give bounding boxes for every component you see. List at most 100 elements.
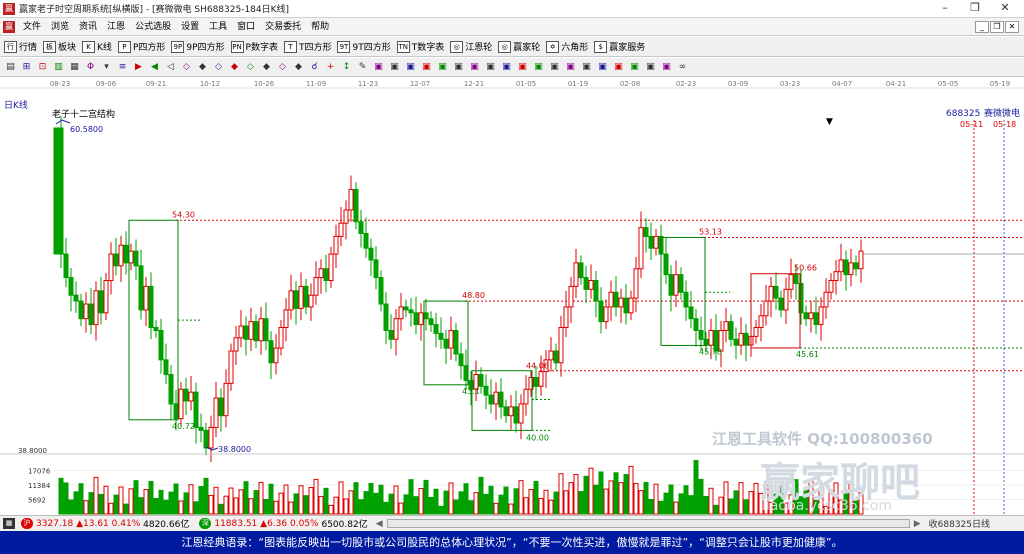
candle-body — [578, 262, 584, 279]
toolbar-label-1: 板块 — [58, 43, 77, 53]
toolbar-button-1[interactable]: 板板块 — [43, 40, 76, 53]
drawing-tool-icon-35[interactable]: ▣ — [564, 61, 577, 74]
drawing-tool-icon-30[interactable]: ▣ — [484, 61, 497, 74]
maximize-button[interactable]: ❐ — [960, 0, 990, 18]
drawing-tool-icon-16[interactable]: ◆ — [260, 61, 273, 74]
drawing-tool-icon-15[interactable]: ◇ — [244, 61, 257, 74]
mdi-close-button[interactable]: ✕ — [1005, 21, 1019, 33]
minimize-button[interactable]: – — [930, 0, 960, 18]
market-grid-icon[interactable]: ▦ — [3, 518, 15, 529]
drawing-tool-icon-33[interactable]: ▣ — [532, 61, 545, 74]
drawing-tool-icon-3[interactable]: ▥ — [52, 61, 65, 74]
volume-bar — [543, 489, 549, 515]
drawing-tool-icon-39[interactable]: ▣ — [628, 61, 641, 74]
kline-chart-area[interactable]: 08-23 09-06 09-21 10-12 10-26 11-09 11-23 12-07… — [0, 78, 1024, 515]
status-scroll-right[interactable]: ▶ — [914, 519, 921, 529]
volume-bar — [438, 505, 444, 515]
date-tick-label: 08-23 — [50, 80, 70, 88]
drawing-tool-icon-20[interactable]: + — [324, 61, 337, 74]
candle-body — [478, 374, 484, 387]
drawing-tool-icon-19[interactable]: ☌ — [308, 61, 321, 74]
toolbar-button-11[interactable]: ✡ 六角形 — [546, 40, 588, 53]
menu-item-8[interactable]: 交易委托 — [260, 18, 306, 36]
drawing-tool-icon-40[interactable]: ▣ — [644, 61, 657, 74]
candle-body — [678, 274, 684, 293]
drawing-tool-icon-7[interactable]: ≡ — [116, 61, 129, 74]
date-tick-label: 05-05 — [938, 80, 958, 88]
drawing-tool-icon-0[interactable]: ▤ — [4, 61, 17, 74]
drawing-tool-icon-8[interactable]: ▶ — [132, 61, 145, 74]
drawing-tool-icon-24[interactable]: ▣ — [388, 61, 401, 74]
menu-item-7[interactable]: 窗口 — [232, 18, 260, 36]
volume-bar — [603, 488, 609, 515]
volume-bar — [123, 503, 129, 515]
menu-item-4[interactable]: 公式选股 — [130, 18, 176, 36]
drawing-tool-icon-26[interactable]: ▣ — [420, 61, 433, 74]
drawing-tool-icon-11[interactable]: ◇ — [180, 61, 193, 74]
drawing-tool-icon-17[interactable]: ◇ — [276, 61, 289, 74]
drawing-tool-icon-25[interactable]: ▣ — [404, 61, 417, 74]
toolbar-button-12[interactable]: $ 赢家服务 — [594, 40, 645, 53]
drawing-tool-icon-5[interactable]: Φ — [84, 61, 97, 74]
drawing-tool-icon-22[interactable]: ✎ — [356, 61, 369, 74]
drawing-tool-icon-2[interactable]: ⊡ — [36, 61, 49, 74]
drawing-tool-icon-31[interactable]: ▣ — [500, 61, 513, 74]
toolbar-button-6[interactable]: T T四方形 — [283, 40, 331, 53]
status-scrollbar[interactable] — [386, 519, 910, 528]
drawing-tool-icon-29[interactable]: ▣ — [468, 61, 481, 74]
toolbar-button-5[interactable]: PN P数字表 — [230, 40, 278, 53]
drawing-tool-icon-9[interactable]: ◀ — [148, 61, 161, 74]
menu-item-1[interactable]: 浏览 — [46, 18, 74, 36]
status-scroll-left[interactable]: ◀ — [376, 519, 383, 529]
drawing-tool-icon-10[interactable]: ◁ — [164, 61, 177, 74]
toolbar-button-7[interactable]: 9T 9T四方形 — [337, 40, 391, 53]
menu-item-6[interactable]: 工具 — [204, 18, 232, 36]
drawing-tool-icon-6[interactable]: ▾ — [100, 61, 113, 74]
candle-body — [103, 280, 109, 314]
volume-bar — [583, 475, 589, 515]
toolbar-button-10[interactable]: ◎ 赢家轮 — [498, 40, 540, 53]
menu-item-9[interactable]: 帮助 — [306, 18, 334, 36]
drawing-tool-icon-1[interactable]: ⊞ — [20, 61, 33, 74]
candle-body — [343, 209, 349, 224]
drawing-tool-icon-12[interactable]: ◆ — [196, 61, 209, 74]
toolbar-button-2[interactable]: K K线 — [82, 40, 112, 53]
drawing-tool-icon-4[interactable]: ▦ — [68, 61, 81, 74]
drawing-tool-icon-37[interactable]: ▣ — [596, 61, 609, 74]
candle-body — [58, 127, 64, 255]
menu-item-5[interactable]: 设置 — [176, 18, 204, 36]
volume-tick-label: 5692 — [28, 497, 46, 505]
mdi-restore-button[interactable]: ❐ — [990, 21, 1004, 33]
candle-body — [143, 285, 149, 311]
drawing-tool-icon-38[interactable]: ▣ — [612, 61, 625, 74]
volume-bar — [633, 482, 639, 515]
volume-bar — [443, 490, 449, 515]
drawing-tool-icon-36[interactable]: ▣ — [580, 61, 593, 74]
close-button[interactable]: ✕ — [990, 0, 1020, 18]
drawing-tool-icon-23[interactable]: ▣ — [372, 61, 385, 74]
drawing-tool-icon-14[interactable]: ◆ — [228, 61, 241, 74]
toolbar-button-4[interactable]: 9P 9P四方形 — [171, 40, 225, 53]
drawing-tool-icon-21[interactable]: ↕ — [340, 61, 353, 74]
candle-body — [363, 232, 369, 249]
toolbar-button-0[interactable]: 行行情 — [4, 40, 37, 53]
candle-body — [263, 318, 269, 342]
toolbar-button-3[interactable]: P P四方形 — [117, 40, 165, 53]
volume-bar — [333, 496, 339, 515]
menu-item-3[interactable]: 江恩 — [102, 18, 130, 36]
menu-item-0[interactable]: 文件 — [18, 18, 46, 36]
toolbar-button-9[interactable]: ◎ 江恩轮 — [450, 40, 492, 53]
drawing-tool-icon-42[interactable]: ∞ — [676, 61, 689, 74]
toolbar-button-8[interactable]: TN T数字表 — [396, 40, 444, 53]
mdi-minimize-button[interactable]: _ — [975, 21, 989, 33]
drawing-tool-icon-34[interactable]: ▣ — [548, 61, 561, 74]
menu-item-2[interactable]: 资讯 — [74, 18, 102, 36]
drawing-tool-icon-18[interactable]: ◆ — [292, 61, 305, 74]
drawing-tool-icon-27[interactable]: ▣ — [436, 61, 449, 74]
drawing-tool-icon-32[interactable]: ▣ — [516, 61, 529, 74]
volume-bar — [198, 486, 204, 515]
drawing-tool-icon-41[interactable]: ▣ — [660, 61, 673, 74]
drawing-tool-icon-13[interactable]: ◇ — [212, 61, 225, 74]
volume-bar — [208, 494, 214, 515]
drawing-tool-icon-28[interactable]: ▣ — [452, 61, 465, 74]
